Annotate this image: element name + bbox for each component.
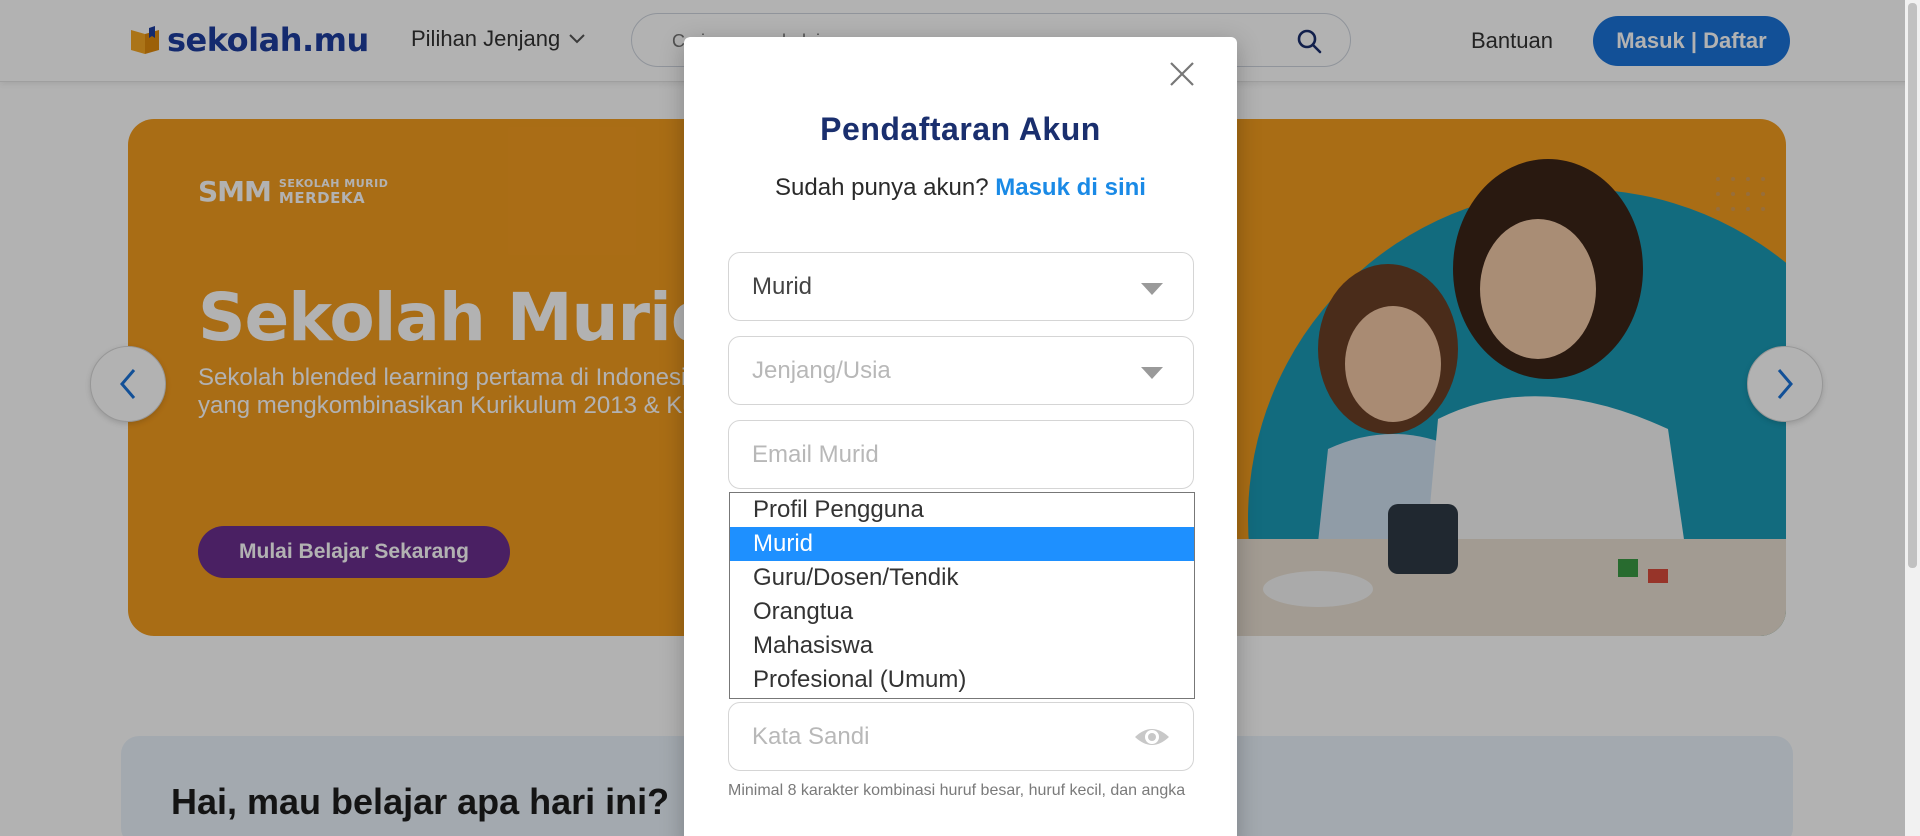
dropdown-option-selected[interactable]: Murid bbox=[730, 527, 1194, 561]
role-select[interactable]: Murid bbox=[728, 252, 1194, 321]
login-here-link[interactable]: Masuk di sini bbox=[995, 174, 1146, 201]
close-icon[interactable] bbox=[1167, 59, 1197, 89]
scrollbar-thumb[interactable] bbox=[1908, 3, 1917, 568]
dropdown-option[interactable]: Guru/Dosen/Tendik bbox=[730, 561, 1194, 595]
modal-title: Pendaftaran Akun bbox=[820, 111, 1101, 147]
role-select-value: Murid bbox=[752, 273, 813, 300]
role-dropdown-list[interactable]: Profil Pengguna Murid Guru/Dosen/Tendik … bbox=[729, 492, 1195, 699]
dropdown-option[interactable]: Profesional (Umum) bbox=[730, 663, 1194, 697]
dropdown-option[interactable]: Mahasiswa bbox=[730, 629, 1194, 663]
dropdown-option[interactable]: Profil Pengguna bbox=[730, 493, 1194, 527]
dropdown-option[interactable]: Orangtua bbox=[730, 595, 1194, 629]
jenjang-select[interactable]: Jenjang/Usia bbox=[728, 336, 1194, 405]
email-input[interactable] bbox=[752, 438, 1152, 472]
dropdown-caret-icon bbox=[1141, 367, 1163, 379]
page-scrollbar[interactable] bbox=[1905, 0, 1920, 836]
password-input[interactable] bbox=[752, 720, 1152, 754]
dropdown-caret-icon bbox=[1141, 283, 1163, 295]
have-account-text: Sudah punya akun? bbox=[775, 174, 989, 201]
jenjang-select-placeholder: Jenjang/Usia bbox=[752, 357, 891, 384]
registration-modal: Pendaftaran Akun Sudah punya akun? Masuk… bbox=[684, 37, 1237, 836]
password-field[interactable] bbox=[728, 702, 1194, 771]
password-hint: Minimal 8 karakter kombinasi huruf besar… bbox=[728, 782, 1186, 799]
email-field[interactable] bbox=[728, 420, 1194, 489]
eye-icon[interactable] bbox=[1133, 723, 1171, 751]
modal-subtitle: Sudah punya akun? Masuk di sini bbox=[684, 174, 1237, 202]
